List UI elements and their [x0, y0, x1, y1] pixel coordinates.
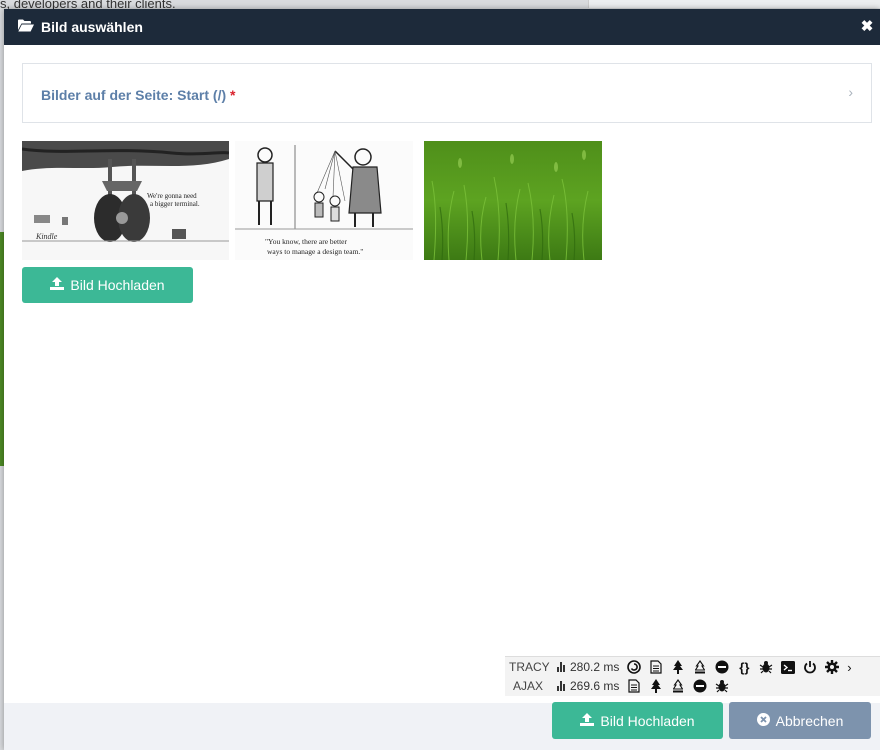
chevron-right-icon[interactable]: › — [848, 84, 853, 100]
panel-title: Bilder auf der Seite: Start (/) * — [41, 87, 236, 103]
bar-chart-icon — [557, 681, 567, 691]
gear-icon[interactable] — [823, 659, 841, 675]
collapse-icon[interactable]: › — [845, 659, 853, 675]
document-icon[interactable] — [647, 659, 665, 675]
tracy-row-ajax: AJAX 269.6 ms — [505, 677, 733, 695]
bar-chart-icon — [557, 662, 567, 672]
spiral-icon[interactable] — [625, 659, 643, 675]
tree-icon[interactable] — [669, 659, 687, 675]
ajax-time[interactable]: 269.6 ms — [557, 679, 619, 693]
close-icon[interactable]: ✖ — [860, 19, 874, 34]
modal-header: Bild auswählen ✖ — [4, 9, 880, 45]
background-panel — [588, 0, 880, 8]
upload-icon — [580, 712, 595, 729]
image-thumbnail-cartoon-landing-gear[interactable]: We're gonna need a bigger terminal. Kind… — [22, 141, 229, 260]
image-picker-modal: Bild auswählen ✖ Bilder auf der Seite: S… — [4, 9, 880, 750]
images-on-page-panel[interactable]: Bilder auf der Seite: Start (/) * › — [22, 63, 872, 123]
tracy-time[interactable]: 280.2 ms — [557, 660, 619, 674]
required-mark: * — [230, 87, 236, 103]
document-icon[interactable] — [625, 678, 643, 694]
upload-icon — [50, 277, 65, 293]
bug-icon[interactable] — [713, 678, 731, 694]
footer-upload-label: Bild Hochladen — [600, 712, 695, 729]
modal-title: Bild auswählen — [18, 19, 143, 35]
tree-outline-icon[interactable] — [669, 678, 687, 694]
tree-outline-icon[interactable] — [691, 659, 709, 675]
bug-icon[interactable] — [757, 659, 775, 675]
ajax-time-value: 269.6 ms — [570, 679, 620, 693]
ajax-label[interactable]: AJAX — [505, 679, 557, 693]
tracy-label[interactable]: TRACY — [505, 660, 557, 674]
svg-text:a bigger terminal.: a bigger terminal. — [150, 200, 200, 208]
braces-icon[interactable]: {} — [735, 659, 753, 675]
terminal-icon[interactable] — [779, 659, 797, 675]
modal-title-text: Bild auswählen — [41, 19, 143, 35]
minus-circle-icon[interactable] — [691, 678, 709, 694]
svg-text:We're gonna need: We're gonna need — [147, 192, 197, 200]
folder-open-icon — [18, 19, 34, 35]
power-icon[interactable] — [801, 659, 819, 675]
cancel-label: Abbrechen — [775, 712, 844, 729]
times-circle-icon — [756, 712, 770, 729]
svg-text:Kindle: Kindle — [35, 232, 58, 241]
footer-upload-button[interactable]: Bild Hochladen — [552, 702, 723, 739]
image-thumbnail-cartoon-puppet-team[interactable]: "You know, there are better ways to mana… — [235, 141, 413, 260]
minus-circle-icon[interactable] — [713, 659, 731, 675]
tree-icon[interactable] — [647, 678, 665, 694]
upload-button-label: Bild Hochladen — [70, 277, 165, 293]
upload-image-button[interactable]: Bild Hochladen — [22, 267, 193, 303]
svg-text:"You know, there are better: "You know, there are better — [265, 237, 348, 246]
tracy-time-value: 280.2 ms — [570, 660, 620, 674]
tracy-debug-bar: TRACY 280.2 ms {} › AJAX 269.6 ms — [505, 656, 880, 696]
svg-text:ways to manage a design team.": ways to manage a design team." — [267, 247, 363, 256]
image-thumbnail-grass[interactable] — [424, 141, 602, 260]
tracy-row-main: TRACY 280.2 ms {} › — [505, 658, 855, 676]
panel-title-text: Bilder auf der Seite: Start (/) — [41, 87, 227, 103]
cancel-button[interactable]: Abbrechen — [729, 702, 871, 739]
